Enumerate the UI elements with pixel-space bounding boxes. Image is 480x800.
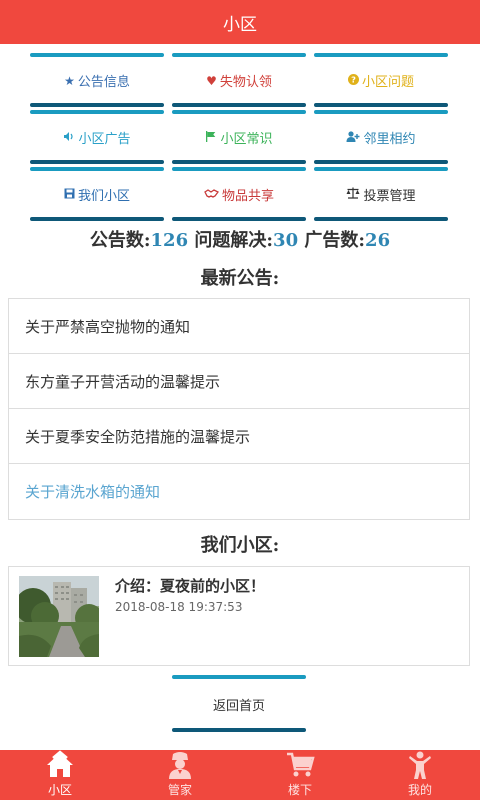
- question-circle-icon: ?: [347, 73, 359, 88]
- notice-count: 126: [150, 230, 189, 251]
- our-community-title: 我们小区:: [200, 535, 280, 556]
- handshake-icon: [204, 188, 219, 202]
- menu-knowledge-button[interactable]: 小区常识: [172, 109, 306, 166]
- flag-icon: [205, 130, 217, 145]
- list-item[interactable]: 关于夏季安全防范措施的温馨提示: [9, 409, 469, 464]
- solved-count-label: 问题解决:: [194, 230, 274, 251]
- community-card-title: 介绍：夏夜前的小区！: [115, 577, 266, 595]
- user-plus-icon: [346, 130, 360, 145]
- menu-voting-button[interactable]: 投票管理: [314, 166, 448, 223]
- person-icon: [409, 751, 431, 779]
- page-title: 小区: [223, 14, 257, 35]
- community-card[interactable]: 介绍：夏夜前的小区！ 2018-08-18 19:37:53: [8, 566, 470, 666]
- menu-notice-button[interactable]: ★ 公告信息: [30, 52, 164, 109]
- stats-line: 公告数:126 问题解决:30 广告数:26: [0, 226, 480, 252]
- notice-count-label: 公告数:: [89, 230, 151, 251]
- svg-text:?: ?: [351, 74, 356, 84]
- star-icon: ★: [64, 73, 75, 88]
- top-bar: 小区: [0, 0, 480, 44]
- community-card-date: 2018-08-18 19:37:53: [115, 600, 243, 614]
- community-photo: [19, 576, 99, 657]
- back-home-button[interactable]: 返回首页: [172, 674, 306, 734]
- latest-notices-title: 最新公告:: [200, 268, 280, 289]
- menu-sharing-button[interactable]: 物品共享: [172, 166, 306, 223]
- list-item[interactable]: 东方童子开营活动的温馨提示: [9, 354, 469, 409]
- list-item[interactable]: 关于严禁高空抛物的通知: [9, 299, 469, 354]
- menu-our-community-button[interactable]: 我们小区: [30, 166, 164, 223]
- notice-list: 关于严禁高空抛物的通知 东方童子开营活动的温馨提示 关于夏季安全防范措施的温馨提…: [8, 298, 470, 520]
- tab-downstairs[interactable]: 楼下: [240, 750, 360, 800]
- list-item[interactable]: 关于清洗水箱的通知: [9, 464, 469, 519]
- tab-mine[interactable]: 我的: [360, 750, 480, 800]
- speaker-icon: [63, 131, 75, 145]
- menu-neighbors-button[interactable]: 邻里相约: [314, 109, 448, 166]
- home-icon: [47, 750, 73, 777]
- butler-icon: [169, 752, 191, 779]
- tab-community[interactable]: 小区: [0, 750, 120, 800]
- save-icon: [64, 188, 75, 202]
- bottom-tab-bar: 小区 管家 楼下 我的: [0, 750, 480, 800]
- cart-icon: [287, 752, 315, 777]
- menu-ads-button[interactable]: 小区广告: [30, 109, 164, 166]
- balance-scale-icon: [346, 187, 360, 202]
- tab-butler[interactable]: 管家: [120, 750, 240, 800]
- ad-count: 26: [365, 230, 391, 251]
- menu-lost-found-button[interactable]: ♥ 失物认领: [172, 52, 306, 109]
- menu-issues-button[interactable]: ? 小区问题: [314, 52, 448, 109]
- heart-icon: ♥: [206, 73, 217, 88]
- ad-count-label: 广告数:: [304, 230, 366, 251]
- menu-grid: ★ 公告信息 ♥ 失物认领 ? 小区问题 小区广告 小区常识 邻里相约 我们小区…: [30, 52, 448, 223]
- solved-count: 30: [273, 230, 299, 251]
